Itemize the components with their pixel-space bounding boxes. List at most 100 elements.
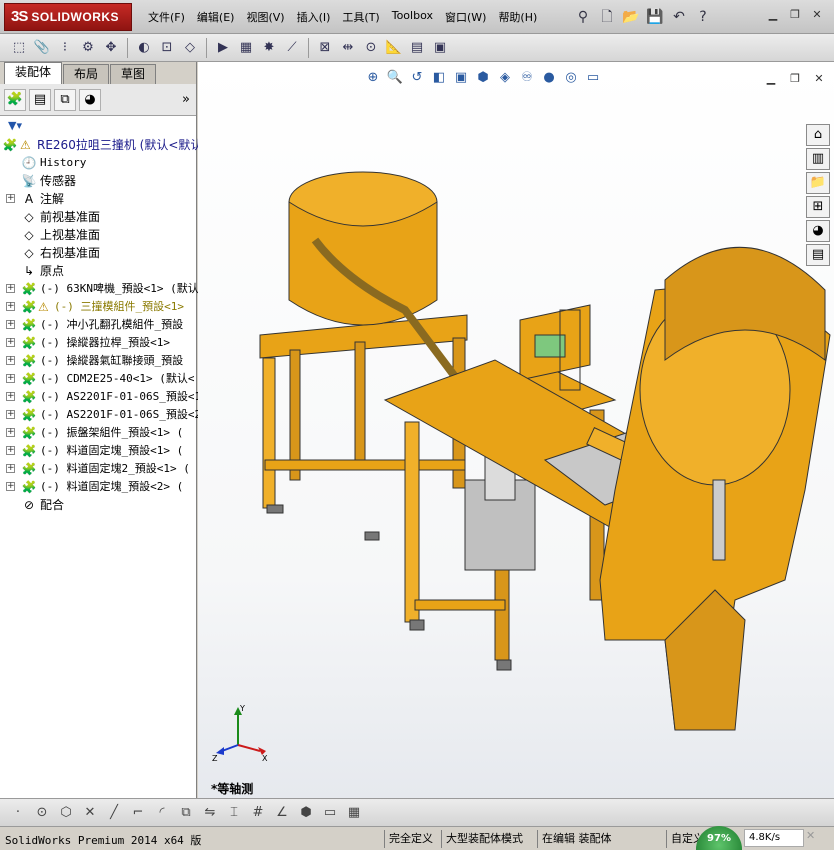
tab-assembly[interactable]: 装配体	[4, 62, 63, 84]
mate-icon[interactable]: 📎	[31, 37, 53, 59]
restore-icon[interactable]: ❐	[786, 6, 804, 24]
tree-item[interactable]: 📡 传感器	[0, 172, 196, 190]
menu-edit[interactable]: 编辑(E)	[191, 6, 241, 28]
tree-item[interactable]: + 🧩 (-) 操縱器氣缸聯接頭_預設	[0, 352, 196, 370]
move-component-icon[interactable]: ✥	[100, 37, 122, 59]
view-settings-icon[interactable]: ▭	[583, 68, 603, 88]
zoom-to-area-icon[interactable]: 🔍	[385, 68, 405, 88]
tree-item[interactable]: 🕘 History	[0, 154, 196, 172]
save-icon[interactable]: 💾	[644, 6, 666, 28]
assembly-visualization-icon[interactable]: ▤	[406, 37, 428, 59]
insert-component-icon[interactable]: ⬚	[8, 37, 30, 59]
mirror-icon[interactable]: ⇋	[200, 803, 220, 823]
filter-icon[interactable]: ▼▾	[8, 119, 22, 132]
tree-item[interactable]: ◇ 右视基准面	[0, 244, 196, 262]
isometric-view-icon[interactable]: ⬢	[296, 803, 316, 823]
hide-show-items-icon[interactable]: ♾	[517, 68, 537, 88]
sketch-fillet-icon[interactable]: ◜	[152, 803, 172, 823]
expand-icon[interactable]: +	[6, 338, 15, 347]
bill-of-materials-icon[interactable]: ▦	[235, 37, 257, 59]
expand-icon[interactable]: +	[6, 392, 15, 401]
tree-item[interactable]: + 🧩 (-) AS2201F-01-06S_預設<2	[0, 406, 201, 424]
close-icon[interactable]: ✕	[808, 6, 826, 24]
menu-insert[interactable]: 插入(I)	[291, 6, 337, 28]
angle-icon[interactable]: ∠	[272, 803, 292, 823]
expand-icon[interactable]: +	[6, 446, 15, 455]
propertymanager-icon[interactable]: ▤	[29, 88, 51, 111]
help-icon[interactable]: ?	[692, 6, 714, 28]
section-view-icon[interactable]: ◧	[429, 68, 449, 88]
new-doc-icon[interactable]: 🗋	[596, 6, 618, 28]
tree-item[interactable]: + 🧩 (-) CDM2E25-40<1> (默认<	[0, 370, 196, 388]
displaymanager-icon[interactable]: ◕	[79, 88, 101, 111]
show-hidden-icon[interactable]: ◐	[133, 37, 155, 59]
line-icon[interactable]: ╱	[104, 803, 124, 823]
expand-icon[interactable]: +	[6, 464, 15, 473]
zoom-to-fit-icon[interactable]: ⊕	[363, 68, 383, 88]
menu-help[interactable]: 帮助(H)	[492, 6, 543, 28]
expand-icon[interactable]: +	[6, 356, 15, 365]
apply-scene-icon[interactable]: ◎	[561, 68, 581, 88]
tree-item[interactable]: + 🧩 (-) 料道固定塊_預設<1> (	[0, 442, 196, 460]
tree-item[interactable]: + 🧩 (-) 63KN啤機_預設<1> (默认	[0, 280, 199, 298]
expand-icon[interactable]: +	[6, 374, 15, 383]
expand-icon[interactable]: +	[6, 482, 15, 491]
polygon-icon[interactable]: ⬡	[56, 803, 76, 823]
tree-item[interactable]: + 🧩 (-) 振盤架組件_預設<1> (	[0, 424, 196, 442]
close-icon[interactable]: ✕	[806, 829, 815, 842]
assembly-model[interactable]	[205, 160, 834, 760]
corner-icon[interactable]: ⌐	[128, 803, 148, 823]
new-motion-study-icon[interactable]: ▶	[212, 37, 234, 59]
reference-geometry-icon[interactable]: ◇	[179, 37, 201, 59]
close-icon[interactable]: ✕	[810, 70, 828, 88]
previous-view-icon[interactable]: ↺	[407, 68, 427, 88]
explode-line-icon[interactable]: ⟋	[281, 37, 303, 59]
expand-icon[interactable]: +	[6, 302, 15, 311]
menu-toolbox[interactable]: Toolbox	[386, 6, 439, 28]
view-orientation-icon[interactable]: ⬢	[473, 68, 493, 88]
expand-icon[interactable]: +	[6, 410, 15, 419]
minimize-icon[interactable]: ▁	[762, 70, 780, 88]
menu-file[interactable]: 文件(F)	[142, 6, 191, 28]
offset-icon[interactable]: ⧉	[176, 803, 196, 823]
tree-filter[interactable]: ▼▾	[0, 116, 196, 134]
display-style-icon[interactable]: ◈	[495, 68, 515, 88]
tree-item[interactable]: + 🧩 (-) 料道固定塊_預設<2> (	[0, 478, 196, 496]
front-view-icon[interactable]: ▭	[320, 803, 340, 823]
measure-icon[interactable]: 📐	[383, 37, 405, 59]
tree-item[interactable]: ⊘ 配合	[0, 496, 196, 514]
tree-item[interactable]: ◇ 上视基准面	[0, 226, 196, 244]
performance-icon[interactable]: ▣	[429, 37, 451, 59]
more-tabs-icon[interactable]: »	[182, 92, 190, 107]
tab-layout[interactable]: 布局	[63, 64, 110, 84]
tree-item[interactable]: + 🧩 (-) 冲小孔翻孔模組件_預設	[0, 316, 196, 334]
tree-item[interactable]: + A 注解	[0, 190, 196, 208]
expand-icon[interactable]: +	[6, 194, 15, 203]
tree-item[interactable]: ◇ 前视基准面	[0, 208, 196, 226]
menu-view[interactable]: 视图(V)	[240, 6, 290, 28]
minimize-icon[interactable]: ▁	[764, 6, 782, 24]
dynamic-annotation-icon[interactable]: ▣	[451, 68, 471, 88]
point-icon[interactable]: ·	[8, 803, 28, 823]
tree-item[interactable]: + 🧩 (-) 操縱器拉桿_預設<1>	[0, 334, 196, 352]
hole-alignment-icon[interactable]: ⊙	[360, 37, 382, 59]
trim-icon[interactable]: ✕	[80, 803, 100, 823]
featuremanager-icon[interactable]: 🧩	[4, 88, 26, 111]
tree-item[interactable]: ↳ 原点	[0, 262, 196, 280]
tab-sketch[interactable]: 草图	[110, 64, 157, 84]
solidworks-logo[interactable]: 3S SOLIDWORKS	[4, 3, 132, 31]
expand-icon[interactable]: +	[6, 284, 15, 293]
smart-fasteners-icon[interactable]: ⚙	[77, 37, 99, 59]
assembly-features-icon[interactable]: ⊡	[156, 37, 178, 59]
menu-tools[interactable]: 工具(T)	[336, 6, 385, 28]
grid-icon[interactable]: #	[248, 803, 268, 823]
tree-item[interactable]: + 🧩 (-) AS2201F-01-06S_預設<1	[0, 388, 201, 406]
tree-item[interactable]: + 🧩 (-) 料道固定塊2_預設<1> (	[0, 460, 196, 478]
exploded-view-icon[interactable]: ✸	[258, 37, 280, 59]
expand-icon[interactable]: +	[6, 428, 15, 437]
tree-item[interactable]: 🧩 ⚠ RE260拉咀三撞机 (默认<默认	[0, 136, 203, 154]
open-icon[interactable]: 📂	[620, 6, 642, 28]
edit-appearance-icon[interactable]: ●	[539, 68, 559, 88]
linear-pattern-icon[interactable]: ⁝	[54, 37, 76, 59]
clearance-icon[interactable]: ⇹	[337, 37, 359, 59]
